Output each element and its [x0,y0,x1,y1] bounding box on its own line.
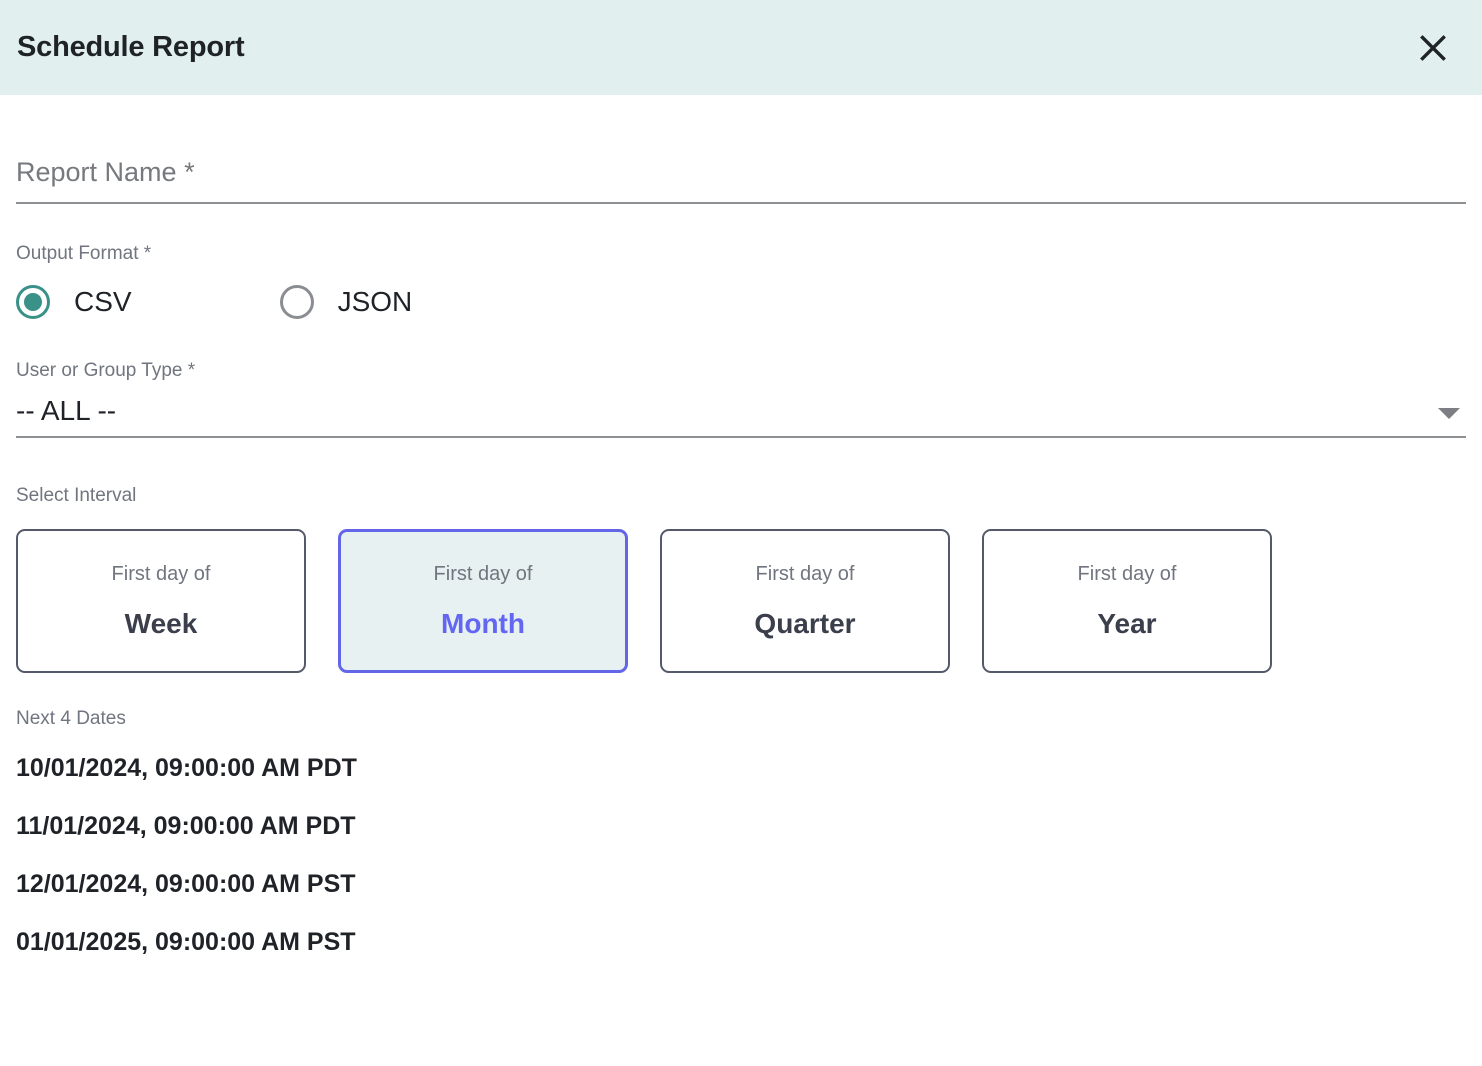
interval-card-name: Quarter [754,608,856,640]
interval-card-name: Month [441,608,525,640]
list-item: 10/01/2024, 09:00:00 AM PDT [16,754,357,783]
interval-card-year[interactable]: First day of Year [982,529,1272,674]
select-interval-field: Select Interval First day of Week First … [16,485,1466,674]
close-icon [1419,34,1447,62]
output-format-field: Output Format * CSV JSON [16,244,1466,319]
dialog-header: Schedule Report [0,0,1482,95]
radio-mark-csv[interactable] [16,285,50,319]
interval-card-prefix: First day of [433,563,533,586]
interval-card-prefix: First day of [755,563,855,586]
interval-card-prefix: First day of [111,563,211,586]
next-dates-list: 10/01/2024, 09:00:00 AM PDT 11/01/2024, … [16,756,1466,955]
interval-card-month[interactable]: First day of Month [338,529,628,674]
output-format-radio-group: CSV JSON [16,285,1466,319]
interval-card-name: Year [1097,608,1157,640]
select-interval-label: Select Interval [16,485,137,507]
radio-dot-csv [24,293,42,311]
schedule-report-dialog: Schedule Report Output Format * CSV [0,0,1482,1066]
radio-label-json: JSON [337,286,413,317]
radio-option-csv[interactable]: CSV [16,285,132,319]
report-name-field [16,157,1466,204]
user-group-type-select[interactable]: -- ALL -- [16,395,1466,439]
list-item: 12/01/2024, 09:00:00 AM PST [16,870,356,899]
interval-card-name: Week [124,608,198,640]
output-format-label: Output Format * [16,243,152,264]
report-name-input[interactable] [16,157,1466,204]
user-group-type-value: -- ALL -- [16,395,117,426]
user-group-type-field: User or Group Type * -- ALL -- [16,360,1466,439]
dialog-body: Output Format * CSV JSON User or Group T… [0,95,1482,1066]
chevron-down-icon [1438,408,1460,420]
next-dates-section: Next 4 Dates 10/01/2024, 09:00:00 AM PDT… [16,709,1466,955]
list-item: 01/01/2025, 09:00:00 AM PST [16,928,356,957]
interval-card-group: First day of Week First day of Month Fir… [16,529,1466,674]
interval-card-quarter[interactable]: First day of Quarter [660,529,950,674]
interval-card-week[interactable]: First day of Week [16,529,306,674]
radio-mark-json[interactable] [279,285,314,319]
list-item: 11/01/2024, 09:00:00 AM PDT [16,812,356,841]
close-button[interactable] [1410,25,1456,71]
radio-option-json[interactable]: JSON [279,285,413,319]
page-title: Schedule Report [17,31,245,63]
next-dates-label: Next 4 Dates [16,708,126,730]
radio-label-csv: CSV [74,286,132,317]
interval-card-prefix: First day of [1077,563,1177,586]
user-group-type-label: User or Group Type * [16,360,196,381]
